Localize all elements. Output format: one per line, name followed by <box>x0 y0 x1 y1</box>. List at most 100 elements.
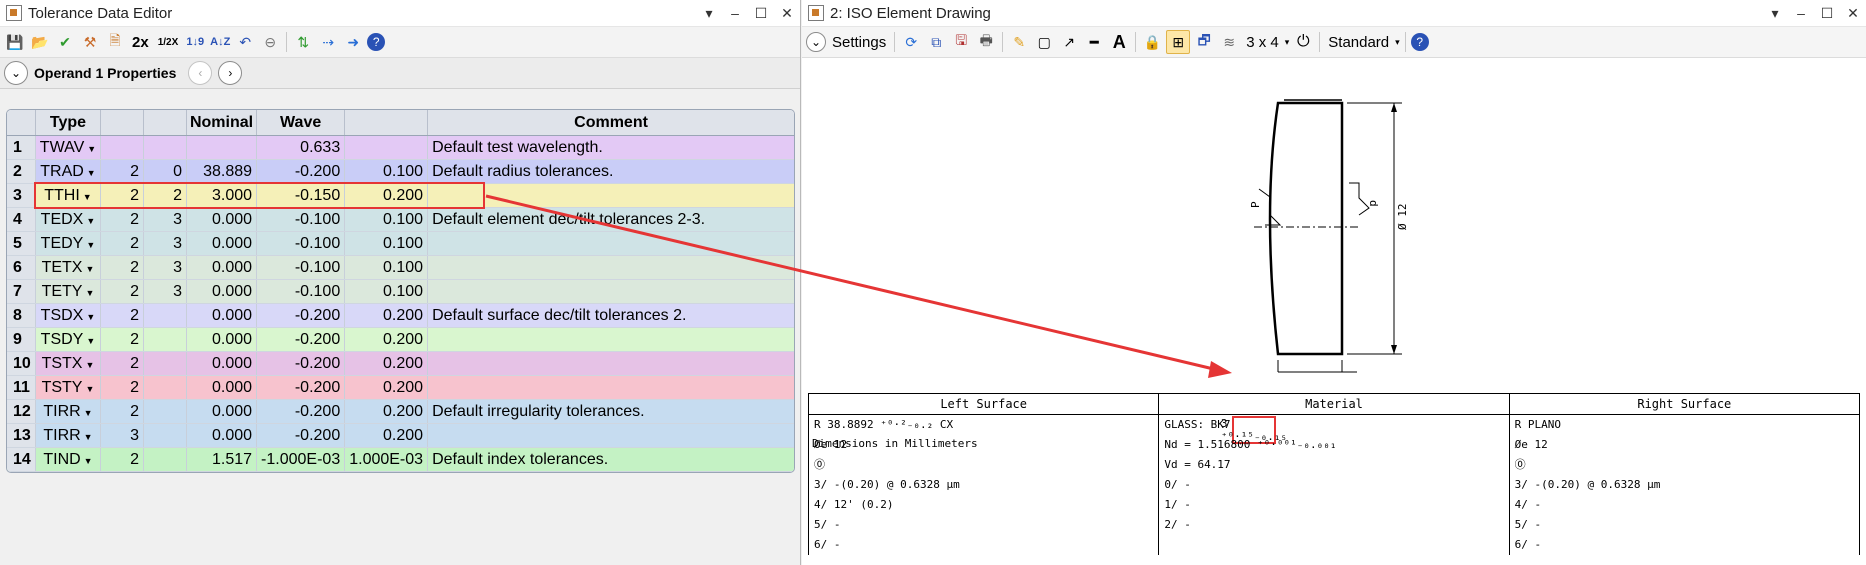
comment-cell[interactable]: Default element dec/tilt tolerances 2-3. <box>427 207 794 232</box>
int1-cell[interactable]: 2 <box>100 447 145 472</box>
min-cell[interactable]: -0.200 <box>256 399 346 424</box>
close-icon[interactable]: ✕ <box>780 5 794 22</box>
column-header[interactable]: Type <box>35 110 102 136</box>
copy-icon[interactable]: ⧉ <box>925 31 947 53</box>
comment-cell[interactable] <box>427 279 794 304</box>
max-cell[interactable]: 0.100 <box>344 207 429 232</box>
table-row[interactable]: 2 TRAD ▼ 2 0 38.889 -0.200 0.100 Default radius … <box>7 159 794 184</box>
style-dropdown[interactable]: Standard <box>1325 31 1392 53</box>
settings-expand-button[interactable]: ⌄ <box>806 32 826 52</box>
close-icon[interactable]: ✕ <box>1846 5 1860 22</box>
layout-chevron-icon[interactable]: ▾ <box>1285 37 1290 48</box>
column-header[interactable] <box>100 110 145 136</box>
comment-cell[interactable] <box>427 423 794 448</box>
nominal-cell[interactable]: 0.000 <box>186 399 258 424</box>
int1-cell[interactable]: 2 <box>100 255 145 280</box>
next-operand-button[interactable]: › <box>218 61 243 85</box>
max-cell[interactable]: 0.200 <box>344 303 429 328</box>
type-dropdown-icon[interactable]: ▼ <box>86 240 95 250</box>
max-cell[interactable] <box>344 135 429 160</box>
dropdown-icon[interactable]: ▾ <box>702 5 716 22</box>
type-dropdown-icon[interactable]: ▼ <box>86 336 95 346</box>
type-dropdown-icon[interactable]: ▼ <box>86 312 95 322</box>
text-tool-icon[interactable]: A <box>1108 31 1130 53</box>
int2-cell[interactable]: 3 <box>143 207 187 232</box>
grid-layout-icon[interactable]: ⊞ <box>1166 30 1191 54</box>
type-dropdown-icon[interactable]: ▼ <box>85 360 94 370</box>
comment-cell[interactable]: Default index tolerances. <box>427 447 794 472</box>
type-cell[interactable]: TRAD ▼ <box>35 159 102 184</box>
int2-cell[interactable] <box>143 327 187 352</box>
nominal-cell[interactable]: 0.000 <box>186 207 258 232</box>
wizard-icon[interactable]: ⚒ <box>79 31 101 53</box>
type-dropdown-icon[interactable]: ▼ <box>85 264 94 274</box>
undo-icon[interactable]: ↶ <box>234 31 256 53</box>
export-icon[interactable]: 🖫 <box>950 31 972 53</box>
min-cell[interactable]: -0.200 <box>256 351 346 376</box>
nominal-cell[interactable]: 0.000 <box>186 375 258 400</box>
type-dropdown-icon[interactable]: ▼ <box>85 288 94 298</box>
table-row[interactable]: 7 TETY ▼ 2 3 0.000 -0.100 0.100 <box>7 279 794 304</box>
layers-icon[interactable]: ≋ <box>1218 31 1240 53</box>
int1-cell[interactable]: 2 <box>100 231 145 256</box>
min-cell[interactable]: -0.200 <box>256 375 346 400</box>
table-row[interactable]: 9 TSDY ▼ 2 0.000 -0.200 0.200 <box>7 327 794 352</box>
lock-icon[interactable]: 🔒 <box>1141 31 1163 53</box>
maximize-icon[interactable]: ☐ <box>1820 5 1834 22</box>
nominal-cell[interactable]: 0.000 <box>186 279 258 304</box>
type-dropdown-icon[interactable]: ▼ <box>87 144 96 154</box>
type-dropdown-icon[interactable]: ▼ <box>87 168 96 178</box>
open-icon[interactable]: 📂 <box>29 31 51 53</box>
arrow-tool-icon[interactable]: ↗ <box>1058 31 1080 53</box>
int1-cell[interactable]: 2 <box>100 375 145 400</box>
int2-cell[interactable]: 3 <box>143 255 187 280</box>
int2-cell[interactable] <box>143 375 187 400</box>
comment-cell[interactable] <box>427 231 794 256</box>
table-row[interactable]: 14 TIND ▼ 2 1.517 -1.000E-03 1.000E-03 Default … <box>7 447 794 472</box>
table-row[interactable]: 1 TWAV ▼ 0.633 Default test wavelength. <box>7 135 794 160</box>
type-cell[interactable]: TWAV ▼ <box>35 135 102 160</box>
comment-cell[interactable] <box>427 375 794 400</box>
int2-cell[interactable]: 3 <box>143 231 187 256</box>
int2-cell[interactable] <box>143 423 187 448</box>
type-cell[interactable]: TIRR ▼ <box>35 423 102 448</box>
max-cell[interactable]: 0.100 <box>344 255 429 280</box>
comment-cell[interactable]: Default surface dec/tilt tolerances 2. <box>427 303 794 328</box>
type-dropdown-icon[interactable]: ▼ <box>86 216 95 226</box>
min-cell[interactable]: -0.200 <box>256 159 346 184</box>
type-cell[interactable]: TIRR ▼ <box>35 399 102 424</box>
min-cell[interactable]: -0.200 <box>256 303 346 328</box>
type-dropdown-icon[interactable]: ▼ <box>84 432 93 442</box>
nominal-cell[interactable]: 1.517 <box>186 447 258 472</box>
max-cell[interactable]: 0.200 <box>344 399 429 424</box>
table-row[interactable]: 5 TEDY ▼ 2 3 0.000 -0.100 0.100 <box>7 231 794 256</box>
table-row[interactable]: 10 TSTX ▼ 2 0.000 -0.200 0.200 <box>7 351 794 376</box>
nominal-cell[interactable]: 0.000 <box>186 423 258 448</box>
style-chevron-icon[interactable]: ▾ <box>1395 37 1400 48</box>
check-icon[interactable]: ✔ <box>54 31 76 53</box>
column-header[interactable]: Wave <box>256 110 346 136</box>
forward-icon[interactable]: ➜ <box>342 31 364 53</box>
max-cell[interactable]: 0.200 <box>344 327 429 352</box>
column-header[interactable] <box>344 110 429 136</box>
int1-cell[interactable]: 2 <box>100 159 145 184</box>
help-icon[interactable]: ? <box>1410 33 1429 51</box>
int1-cell[interactable]: 2 <box>100 303 145 328</box>
line-tool-icon[interactable]: ━ <box>1083 31 1105 53</box>
print-icon[interactable]: 🖶 <box>975 31 997 53</box>
type-cell[interactable]: TEDY ▼ <box>35 231 102 256</box>
int2-cell[interactable] <box>143 447 187 472</box>
type-cell[interactable]: TEDX ▼ <box>35 207 102 232</box>
min-cell[interactable]: -1.000E-03 <box>256 447 346 472</box>
comment-cell[interactable]: Default irregularity tolerances. <box>427 399 794 424</box>
int2-cell[interactable] <box>143 303 187 328</box>
column-header[interactable]: Comment <box>427 110 794 136</box>
int2-cell[interactable]: 0 <box>143 159 187 184</box>
int1-cell[interactable]: 2 <box>100 327 145 352</box>
nominal-cell[interactable]: 38.889 <box>186 159 258 184</box>
minimize-icon[interactable]: – <box>1794 5 1808 21</box>
sort-numeric-icon[interactable]: 1↓9 <box>184 31 206 53</box>
table-row[interactable]: 11 TSTY ▼ 2 0.000 -0.200 0.200 <box>7 375 794 400</box>
document-icon[interactable]: 🗎 <box>104 31 126 53</box>
min-cell[interactable]: -0.100 <box>256 207 346 232</box>
